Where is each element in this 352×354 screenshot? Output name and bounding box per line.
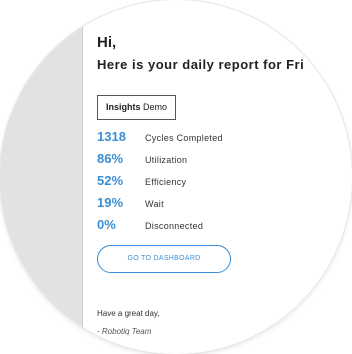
metric-row-utilization: 86% Utilization [97, 151, 337, 173]
metric-row-wait: 19% Wait [97, 195, 337, 217]
team-signature: - Robotiq Team [97, 327, 152, 336]
go-to-dashboard-button[interactable]: GO TO DASHBOARD [97, 245, 231, 273]
metric-label: Disconnected [145, 221, 204, 231]
metric-label: Efficiency [145, 177, 187, 187]
metric-row-efficiency: 52% Efficiency [97, 173, 337, 195]
signoff-text: Have a great day, [97, 309, 160, 318]
metric-row-disconnected: 0% Disconnected [97, 217, 337, 239]
metric-row-cycles: 1318 Cycles Completed [97, 129, 337, 151]
metric-label: Cycles Completed [145, 133, 223, 143]
insights-logo-box: Insights Demo [97, 95, 177, 120]
brand-name: Insights [106, 102, 141, 112]
greeting-text: Hi, [97, 34, 117, 51]
metric-value: 52% [97, 173, 124, 188]
left-gray-panel [0, 0, 83, 354]
report-headline: Here is your daily report for Fri [97, 57, 305, 72]
viewport: Hi, Here is your daily report for Fri In… [0, 0, 352, 354]
metric-value: 0% [97, 217, 116, 232]
brand-suffix: Demo [143, 102, 168, 112]
metric-label: Wait [145, 199, 164, 209]
metrics-list: 1318 Cycles Completed 86% Utilization 52… [97, 129, 337, 239]
metric-label: Utilization [145, 155, 188, 165]
magnifier-circle: Hi, Here is your daily report for Fri In… [0, 0, 352, 354]
email-content: Hi, Here is your daily report for Fri In… [97, 33, 337, 336]
metric-value: 1318 [97, 129, 126, 144]
metric-value: 19% [97, 195, 124, 210]
metric-value: 86% [97, 151, 124, 166]
